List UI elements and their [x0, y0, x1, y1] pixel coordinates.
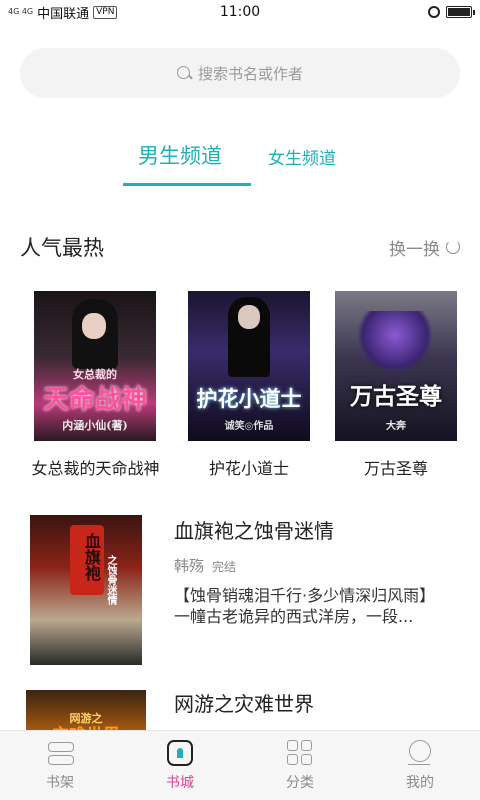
status-right — [428, 6, 475, 18]
tab-underline — [123, 183, 251, 186]
cover-face — [82, 313, 106, 339]
rotation-lock-icon — [428, 6, 440, 18]
cover-title: 万古圣尊 — [350, 383, 442, 410]
popular-section-header: 人气最热 换一换 — [20, 232, 460, 262]
bookstore-icon — [167, 739, 193, 766]
profile-icon — [406, 739, 434, 766]
cover-title: 灾难世界 — [26, 721, 146, 730]
battery-icon — [446, 6, 475, 18]
channel-tabs: 男生频道 女生频道 — [0, 130, 480, 190]
nav-label: 书城 — [166, 774, 194, 791]
nav-bookshelf[interactable]: 书架 — [0, 731, 120, 800]
nav-profile[interactable]: 我的 — [360, 731, 480, 800]
book-name-1[interactable]: 女总裁的天命战神 — [18, 455, 173, 479]
list-item-meta: 韩殇 完结 — [174, 555, 236, 576]
list-item-title: 血旗袍之蚀骨迷情 — [174, 519, 334, 543]
nav-label: 分类 — [286, 774, 314, 791]
status-left: 4G 4G 中国联通 VPN — [8, 3, 118, 22]
cover-title: 血旗袍 — [82, 533, 101, 581]
list-cover: 网游之 灾难世界 — [26, 690, 146, 730]
list-item-author: 韩殇 — [174, 557, 205, 575]
list-item-title: 网游之灾难世界 — [174, 692, 314, 716]
category-icon — [286, 739, 314, 766]
nav-bookstore[interactable]: 书城 — [120, 731, 240, 800]
nav-category[interactable]: 分类 — [240, 731, 360, 800]
book-cover-1[interactable]: 女总裁的 天命战神 内涵小仙(著) — [34, 291, 156, 441]
search-icon — [176, 65, 192, 81]
tab-female-channel[interactable]: 女生频道 — [268, 144, 336, 169]
refresh-icon — [446, 240, 460, 254]
carrier-name: 中国联通 — [37, 6, 90, 22]
nav-label: 我的 — [406, 774, 434, 791]
book-cover-2[interactable]: 护花小道士 诚笑◎作品 — [188, 291, 310, 441]
search-placeholder: 搜索书名或作者 — [197, 64, 303, 83]
list-item-status: 完结 — [212, 560, 237, 574]
bottom-nav: 书架 书城 分类 我的 — [0, 730, 480, 800]
cover-title: 护花小道士 — [196, 386, 302, 411]
cover-author: 诚笑◎作品 — [224, 421, 274, 432]
status-bar: 4G 4G 中国联通 VPN 11:00 — [0, 0, 480, 24]
tab-male-channel[interactable]: 男生频道 — [138, 140, 222, 170]
refresh-label: 换一换 — [389, 239, 440, 260]
vpn-badge: VPN — [93, 5, 118, 19]
list-item-desc: 【蚀骨销魂泪千行·多少情深归风雨】 一幢古老诡异的西式洋房，一段... — [174, 586, 436, 626]
cover-figure — [355, 311, 435, 371]
network-indicator: 4G 4G — [8, 7, 34, 16]
cover-title: 天命战神 — [42, 385, 147, 415]
section-title: 人气最热 — [20, 236, 104, 260]
refresh-button[interactable]: 换一换 — [389, 235, 460, 260]
bookshelf-icon — [46, 740, 74, 766]
list-cover: 血旗袍 之蚀骨迷情 — [30, 515, 142, 665]
book-name-2[interactable]: 护花小道士 — [188, 455, 310, 479]
list-item[interactable]: 血旗袍 之蚀骨迷情 血旗袍之蚀骨迷情 韩殇 完结 【蚀骨销魂泪千行·多少情深归风… — [0, 505, 480, 670]
cover-subtitle: 之蚀骨迷情 — [105, 555, 116, 605]
list-item[interactable]: 网游之 灾难世界 网游之灾难世界 — [0, 688, 480, 730]
cover-author: 内涵小仙(著) — [62, 419, 128, 432]
book-cover-3[interactable]: 万古圣尊 大奔 — [335, 291, 457, 441]
nav-label: 书架 — [46, 774, 74, 791]
cover-face — [238, 305, 260, 329]
book-name-3[interactable]: 万古圣尊 — [335, 455, 457, 479]
search-bar[interactable]: 搜索书名或作者 — [20, 48, 460, 98]
cover-author: 大奔 — [386, 421, 406, 432]
